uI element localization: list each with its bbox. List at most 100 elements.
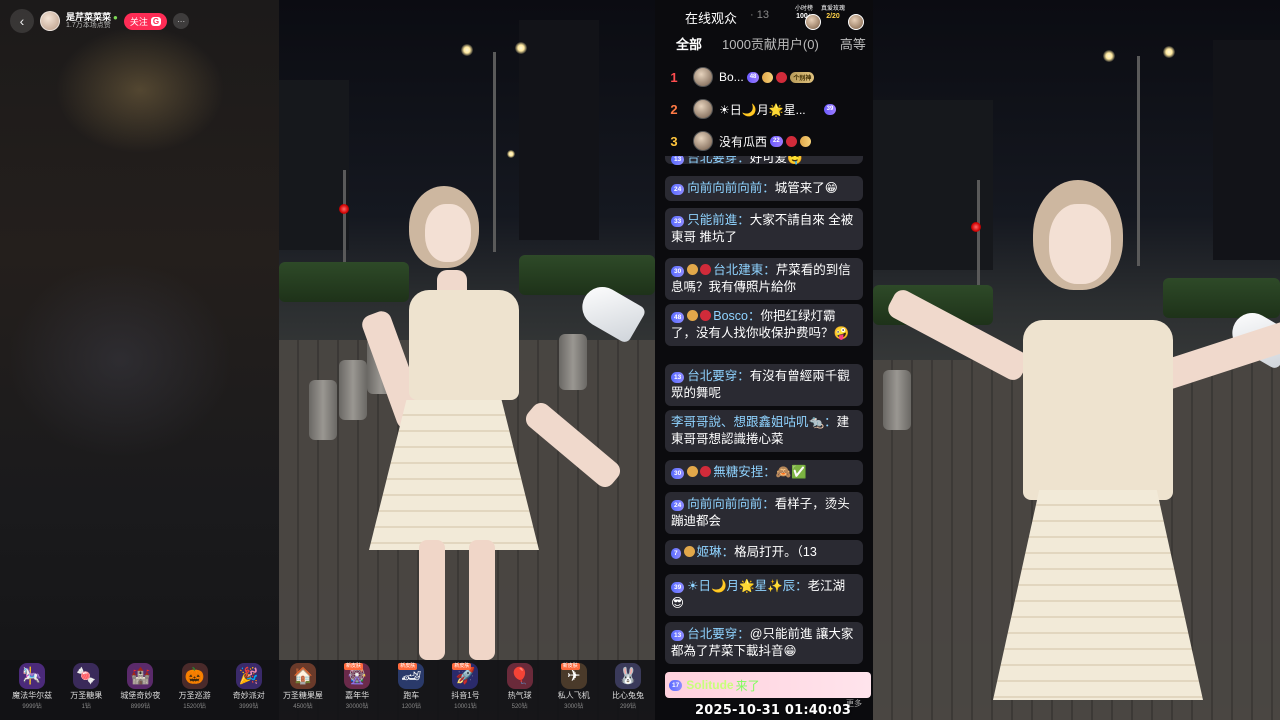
building (279, 80, 349, 250)
gift-icon: 🎈 (506, 663, 533, 689)
gift-item[interactable]: 🎃 万圣巡游 15200钻 (168, 660, 222, 720)
crown-icon (762, 71, 774, 83)
host-info[interactable]: 是芹菜菜菜 ● 1.7万本场点赞 (66, 11, 118, 30)
rank-number: 3 (670, 133, 678, 149)
chat-message: 33 只能前進：大家不請自來 全被東哥 推坑了 (665, 208, 863, 250)
tab-high-level[interactable]: 高等 (840, 34, 866, 54)
red-traffic-light (971, 222, 981, 232)
crown-icon (799, 135, 811, 147)
new-tag: 新皮肤 (560, 663, 580, 670)
bollard (309, 380, 337, 440)
vip-icon (700, 310, 712, 321)
vip-icon (776, 71, 788, 83)
gift-item[interactable]: 🎠 魔法华尔兹 9999钻 (5, 660, 59, 720)
gift-item[interactable]: 🐰 比心兔兔 299钻 (601, 660, 655, 720)
lamp (515, 42, 527, 54)
gift-price: 4500钻 (293, 704, 313, 710)
rank-number: 2 (670, 101, 678, 117)
gift-icon: 🎃 (181, 663, 208, 689)
new-tag: 新皮肤 (398, 663, 418, 670)
bollard (883, 370, 911, 430)
chat-message: 7 姬琳：格局打开。（13 (665, 540, 863, 565)
host-likes: 1.7万本场点赞 (66, 22, 111, 30)
chat-message: 24 向前向前向前：看样子，烫头蹦迪都会 (665, 492, 863, 534)
rank-number: 1 (670, 69, 678, 85)
viewer-chat-panel: 在线观众 · 13 小时榜 100+ 真爱玫瑰 2/20 全部 1000贡献用户… (655, 0, 873, 720)
fan-icon (687, 264, 699, 275)
gift-item[interactable]: 新皮肤 🎡 嘉年华 30000钻 (330, 660, 384, 720)
rose-avatar[interactable] (848, 14, 864, 30)
vip-icon (785, 135, 797, 147)
level-badge: 17 (669, 679, 683, 691)
viewer-title: 在线观众 (685, 11, 738, 26)
gift-name: 热气球 (507, 691, 532, 700)
new-tag: 新皮肤 (452, 663, 472, 670)
more-options-button[interactable]: ··· (173, 13, 190, 29)
fan-badge: G (150, 16, 162, 26)
gift-price: 8999钻 (130, 704, 151, 710)
gift-name: 万圣糖果 (70, 691, 103, 700)
live-video-right[interactable] (873, 0, 1280, 720)
gift-item[interactable]: 🏰 城堡奇妙夜 8999钻 (113, 660, 167, 720)
gift-name: 私人飞机 (557, 691, 590, 700)
avatar (693, 99, 713, 119)
level-badge: 22 (770, 135, 783, 147)
chat-list[interactable]: 13 台北要穿：好可爱🤤 24 向前向前向前：城管来了😁 33 只能前進：大家不請自來… (665, 156, 863, 676)
back-button[interactable]: ‹ (10, 9, 34, 33)
follow-label: 关注 (129, 16, 148, 27)
red-traffic-light (339, 204, 349, 214)
gift-price: 1钻 (81, 704, 91, 710)
gift-icon: 🍬 (73, 663, 100, 689)
gift-item[interactable]: 🎈 热气球 520钻 (493, 660, 547, 720)
rank-row[interactable]: 2 ☀日🌙月🌟星... 39 (655, 96, 873, 122)
gift-name: 城堡奇妙夜 (120, 691, 161, 700)
gift-name: 魔法华尔兹 (12, 691, 53, 700)
gift-item[interactable]: 🎉 奇妙派对 3999钻 (222, 660, 276, 720)
rank-name: 没有瓜西 (719, 134, 768, 149)
gift-name: 比心兔兔 (611, 691, 644, 700)
level-badge: 39 (823, 103, 837, 115)
gift-item[interactable]: 新皮肤 🏎 跑车 1200钻 (384, 660, 438, 720)
gift-name: 万圣糖果屋 (282, 691, 323, 700)
fan-icon (683, 546, 695, 557)
top-fan-avatar[interactable] (805, 14, 821, 30)
blurred-background-left (0, 0, 279, 720)
level-badge: 48 (746, 71, 760, 83)
tab-all[interactable]: 全部 (676, 34, 702, 54)
back-icon: ‹ (19, 13, 25, 29)
gift-icon: 🏰 (127, 663, 154, 689)
fan-icon (687, 310, 699, 321)
follow-button[interactable]: 关注 G (123, 12, 168, 30)
gift-name: 嘉年华 (345, 691, 370, 700)
gift-icon: 🏠 (289, 663, 316, 689)
host-avatar[interactable] (40, 11, 60, 31)
chat-message: 13 台北要穿：@只能前進 讓大家都為了芹菜下載抖音😁 (665, 622, 863, 664)
rank-row[interactable]: 1 Bo... 48 个别神 (655, 64, 873, 90)
rank-name: Bo... (719, 70, 744, 84)
avatar (693, 67, 713, 87)
viewer-header: 在线观众 · 13 小时榜 100+ 真爱玫瑰 2/20 (655, 0, 873, 30)
host-name: 是芹菜菜菜 (66, 11, 112, 22)
avatar (693, 131, 713, 151)
user-entry-notice: 17 Solitude 来了 (665, 672, 871, 698)
gift-item[interactable]: 新皮肤 ✈ 私人飞机 3000钻 (547, 660, 601, 720)
dancer (884, 180, 1280, 720)
gift-price: 10001钻 (454, 704, 477, 710)
viewer-tabs: 全部 1000贡献用户(0) 高等 (655, 34, 873, 54)
gift-price: 9999钻 (22, 704, 42, 710)
gift-price: 3999钻 (239, 704, 259, 710)
live-video-left[interactable] (279, 0, 655, 720)
rose-badge[interactable]: 真爱玫瑰 2/20 (821, 6, 845, 20)
more-icon: ··· (177, 16, 186, 26)
rank-row[interactable]: 3 没有瓜西 22 (655, 128, 873, 154)
gift-item[interactable]: 🍬 万圣糖果 1钻 (59, 660, 113, 720)
gift-bar: 🎠 魔法华尔兹 9999钻 🍬 万圣糖果 1钻 🏰 城堡奇妙夜 8999钻 🎃 万圣巡游 15200钻… (0, 660, 655, 720)
gift-price: 3000钻 (564, 704, 584, 710)
gift-item[interactable]: 新皮肤 🚀 抖音1号 10001钻 (438, 660, 492, 720)
entry-nick: Solitude (686, 678, 734, 692)
tab-contributors[interactable]: 1000贡献用户(0) (722, 34, 819, 54)
gift-item[interactable]: 🏠 万圣糖果屋 4500钻 (276, 660, 330, 720)
entry-action: 来了 (735, 678, 760, 693)
chat-message: 24 向前向前向前：城管来了😁 (665, 176, 863, 201)
stream-header: ‹ 是芹菜菜菜 ● 1.7万本场点赞 关注 G ··· (10, 9, 190, 33)
